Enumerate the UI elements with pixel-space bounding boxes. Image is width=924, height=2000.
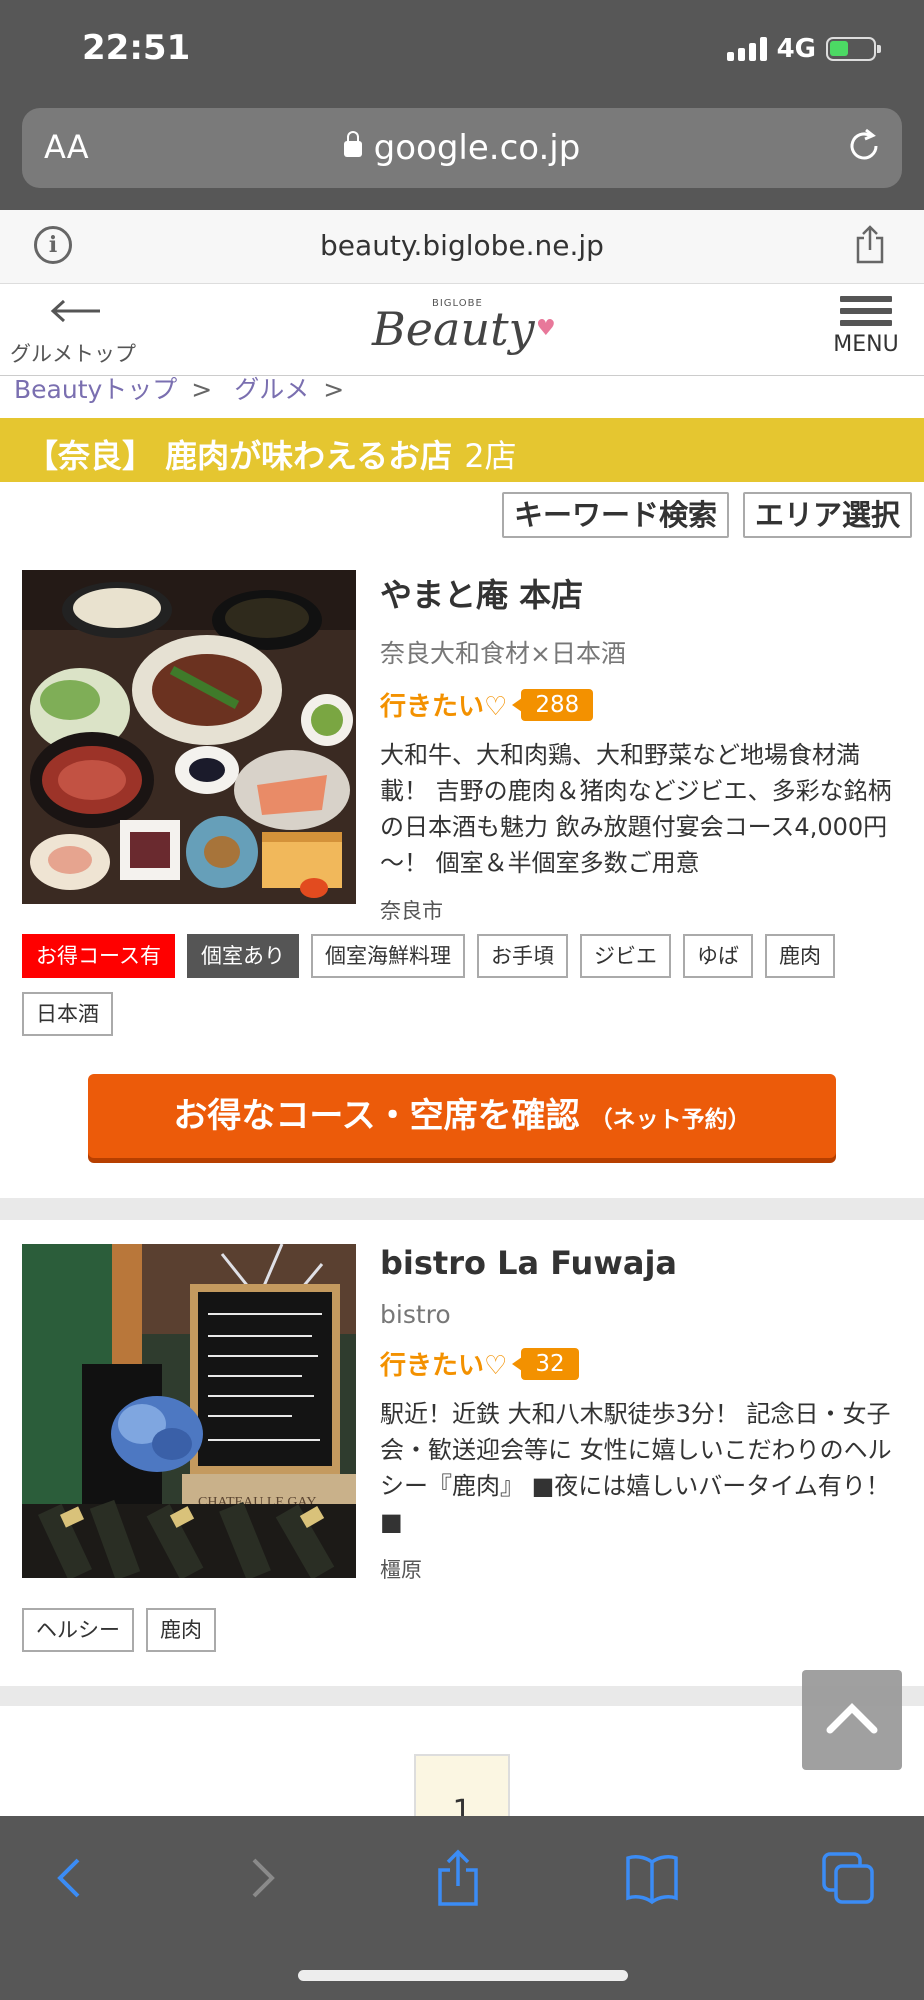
gourmet-top-link[interactable]: グルメトップ bbox=[10, 296, 150, 368]
want-count: 32 bbox=[512, 1347, 579, 1380]
reserve-course-button[interactable]: お得なコース・空席を確認 （ネット予約） bbox=[88, 1074, 836, 1158]
beauty-logo[interactable]: BIGLOBE Beauty ♥ bbox=[372, 298, 556, 364]
share-icon[interactable] bbox=[852, 224, 888, 264]
page: 22:51 4G AA google.co.jp i beauty.biglob… bbox=[0, 0, 924, 2000]
logo-main-text: Beauty bbox=[372, 302, 535, 356]
tag[interactable]: ヘルシー bbox=[22, 1608, 134, 1652]
tag[interactable]: 日本酒 bbox=[22, 992, 113, 1036]
keyword-search-button[interactable]: キーワード検索 bbox=[501, 492, 729, 538]
shop-photo[interactable]: CHATEAU LE GAY bbox=[22, 1244, 356, 1578]
bookmarks-icon[interactable] bbox=[622, 1848, 682, 1908]
tag[interactable]: ジビエ bbox=[579, 934, 671, 978]
tag-private-room[interactable]: 個室あり bbox=[186, 934, 299, 978]
heart-icon: ♥ bbox=[536, 316, 556, 341]
shop-info: やまと庵 本店 奈良大和食材×日本酒 行きたい♡ 288 大和牛、大和肉鶏、大和… bbox=[380, 570, 900, 925]
shop-area: 橿原 bbox=[380, 1558, 422, 1582]
food-photo bbox=[22, 570, 356, 904]
back-label: グルメトップ bbox=[10, 342, 136, 366]
result-count: 2店 bbox=[464, 437, 517, 475]
battery-icon bbox=[826, 37, 881, 61]
want-label: 行きたい♡ bbox=[380, 1351, 508, 1381]
page-title-text: 【奈良】 鹿肉が味わえるお店 bbox=[26, 437, 453, 475]
area-select-button[interactable]: エリア選択 bbox=[742, 492, 912, 538]
sub-domain: beauty.biglobe.ne.jp bbox=[320, 229, 604, 262]
shop-description: 大和牛、大和肉鶏、大和野菜など地場食材満載！ 吉野の鹿肉＆猪肉などジビエ、多彩な… bbox=[380, 741, 892, 877]
shop-tags: ヘルシー 鹿肉 bbox=[22, 1608, 902, 1652]
breadcrumb-item-gourmet[interactable]: グルメ bbox=[234, 375, 309, 404]
back-icon[interactable] bbox=[40, 1848, 100, 1908]
want-to-go[interactable]: 行きたい♡ 32 bbox=[380, 1345, 900, 1382]
shop-genre: 奈良大和食材×日本酒 bbox=[380, 639, 626, 668]
browser-chrome: AA google.co.jp bbox=[0, 102, 924, 210]
shop-name[interactable]: bistro La Fuwaja bbox=[380, 1244, 900, 1282]
breadcrumb-separator: > bbox=[323, 375, 345, 404]
forward-icon[interactable] bbox=[232, 1848, 292, 1908]
shop-photo[interactable] bbox=[22, 570, 356, 904]
divider bbox=[0, 1198, 924, 1220]
tag[interactable]: 個室海鮮料理 bbox=[310, 934, 465, 978]
cta-sub-label: （ネット予約） bbox=[589, 1107, 751, 1133]
address-bar[interactable]: AA google.co.jp bbox=[22, 108, 902, 188]
shop-description: 駅近！近鉄 大和八木駅徒歩3分！ 記念日・女子会・歓送迎会等に 女性に嬉しいこだ… bbox=[380, 1400, 892, 1536]
divider bbox=[0, 1686, 924, 1706]
page-info-bar: i beauty.biglobe.ne.jp bbox=[0, 210, 924, 284]
page-title-band: 【奈良】 鹿肉が味わえるお店 2店 bbox=[0, 418, 924, 482]
bistro-photo: CHATEAU LE GAY bbox=[22, 1244, 356, 1578]
shop-genre: bistro bbox=[380, 1300, 451, 1329]
network-type: 4G bbox=[776, 34, 816, 64]
status-indicators: 4G bbox=[726, 34, 881, 64]
breadcrumb-item-beauty-top[interactable]: Beautyトップ bbox=[14, 375, 177, 404]
share-icon[interactable] bbox=[428, 1848, 488, 1908]
url-text: google.co.jp bbox=[373, 128, 581, 168]
chevron-up-icon bbox=[826, 1703, 878, 1734]
status-bar: 22:51 4G bbox=[0, 0, 924, 102]
tag[interactable]: 鹿肉 bbox=[764, 934, 835, 978]
tag-deal-course[interactable]: お得コース有 bbox=[22, 934, 175, 978]
shop-name[interactable]: やまと庵 本店 bbox=[380, 570, 900, 616]
want-label: 行きたい♡ bbox=[380, 692, 508, 722]
want-to-go[interactable]: 行きたい♡ 288 bbox=[380, 686, 900, 723]
want-count: 288 bbox=[512, 688, 594, 721]
signal-icon bbox=[726, 37, 767, 61]
shop-info: bistro La Fuwaja bistro 行きたい♡ 32 駅近！近鉄 大… bbox=[380, 1244, 900, 1584]
back-arrow-icon bbox=[50, 299, 100, 323]
home-indicator[interactable] bbox=[298, 1970, 628, 1981]
status-time: 22:51 bbox=[82, 28, 191, 68]
reload-icon[interactable] bbox=[844, 126, 884, 166]
scroll-to-top-button[interactable] bbox=[802, 1670, 902, 1770]
breadcrumb-separator: > bbox=[191, 375, 213, 404]
tag[interactable]: ゆば bbox=[682, 934, 753, 978]
tag[interactable]: 鹿肉 bbox=[146, 1608, 216, 1652]
page-title: 【奈良】 鹿肉が味わえるお店 2店 bbox=[26, 431, 517, 477]
lock-icon bbox=[343, 131, 362, 157]
shop-tags: お得コース有 個室あり 個室海鮮料理 お手頃 ジビエ ゆば 鹿肉 日本酒 bbox=[22, 934, 902, 1036]
tabs-icon[interactable] bbox=[818, 1848, 878, 1908]
tag[interactable]: お手頃 bbox=[476, 934, 568, 978]
cta-label: お得なコース・空席を確認 bbox=[173, 1096, 580, 1136]
breadcrumb: Beautyトップ > グルメ > bbox=[14, 370, 358, 406]
site-header: グルメトップ BIGLOBE Beauty ♥ MENU bbox=[0, 284, 924, 376]
search-buttons: キーワード検索 エリア選択 bbox=[501, 492, 912, 538]
menu-button[interactable]: MENU bbox=[828, 296, 904, 368]
menu-label: MENU bbox=[833, 332, 899, 357]
shop-area: 奈良市 bbox=[380, 899, 443, 923]
url-display[interactable]: google.co.jp bbox=[22, 128, 902, 168]
